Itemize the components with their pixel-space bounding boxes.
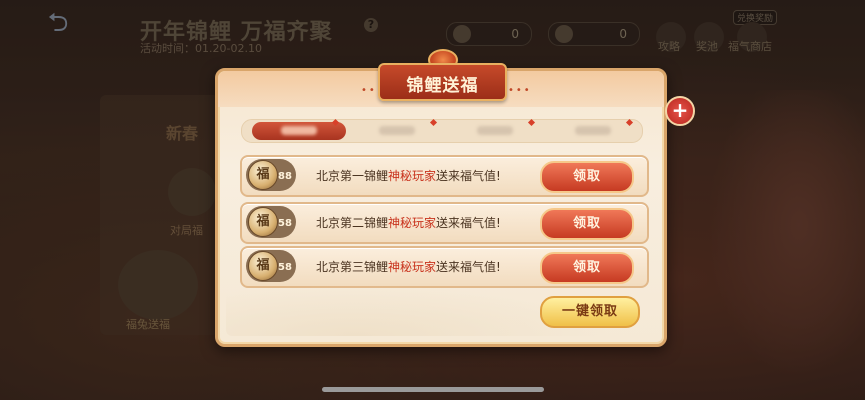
claim-all-button[interactable]: 一键领取 [540,296,640,328]
blessing-row: 福 88 北京第一锦鲤神秘玩家送来福气值! 领取 [240,155,649,197]
blessing-value: 88 [278,171,292,182]
tab-label-blurred [575,125,611,135]
blessing-value-pill: 福 58 [246,206,296,238]
red-dot-icon [429,118,438,127]
tab-3[interactable] [448,118,542,140]
red-dot-icon [331,118,340,127]
msg-suffix: 送来福气值! [436,216,501,230]
msg-prefix: 北京第二锦鲤 [316,216,389,230]
red-dot-icon [625,118,634,127]
home-indicator[interactable] [322,387,544,392]
tab-label-blurred [379,125,415,135]
tab-2[interactable] [350,118,444,140]
blessing-value: 58 [278,218,292,229]
msg-prefix: 北京第一锦鲤 [316,169,389,183]
fu-coin-icon: 福 [248,160,278,190]
msg-highlight: 神秘玩家 [388,169,437,183]
close-icon[interactable]: + [665,96,695,126]
fu-coin-icon: 福 [248,207,278,237]
msg-highlight: 神秘玩家 [388,216,437,230]
modal-title: 锦鲤送福 [406,76,479,96]
blessing-message: 北京第三锦鲤神秘玩家送来福气值! [316,258,501,275]
tab-4[interactable] [546,118,640,140]
tab-1[interactable] [252,118,346,140]
modal-title-plate: 锦鲤送福 [378,63,507,101]
tab-label-blurred [477,125,513,135]
blessing-message: 北京第二锦鲤神秘玩家送来福气值! [316,214,501,231]
blessing-message: 北京第一锦鲤神秘玩家送来福气值! [316,167,501,184]
claim-button[interactable]: 领取 [540,161,634,193]
koi-blessing-modal: ••• 锦鲤送福 ••• 福 88 北京第一锦鲤神秘玩家送来福气值! 领取 福 … [215,49,667,347]
blessing-row: 福 58 北京第二锦鲤神秘玩家送来福气值! 领取 [240,202,649,244]
msg-prefix: 北京第三锦鲤 [316,260,389,274]
claim-button[interactable]: 领取 [540,208,634,240]
tab-bar [241,118,643,143]
tab-label-blurred [281,125,317,135]
blessing-value: 58 [278,262,292,273]
title-decoration: ••• [508,85,532,96]
msg-suffix: 送来福气值! [436,260,501,274]
blessing-value-pill: 福 88 [246,159,296,191]
red-dot-icon [527,118,536,127]
msg-highlight: 神秘玩家 [388,260,437,274]
msg-suffix: 送来福气值! [436,169,501,183]
